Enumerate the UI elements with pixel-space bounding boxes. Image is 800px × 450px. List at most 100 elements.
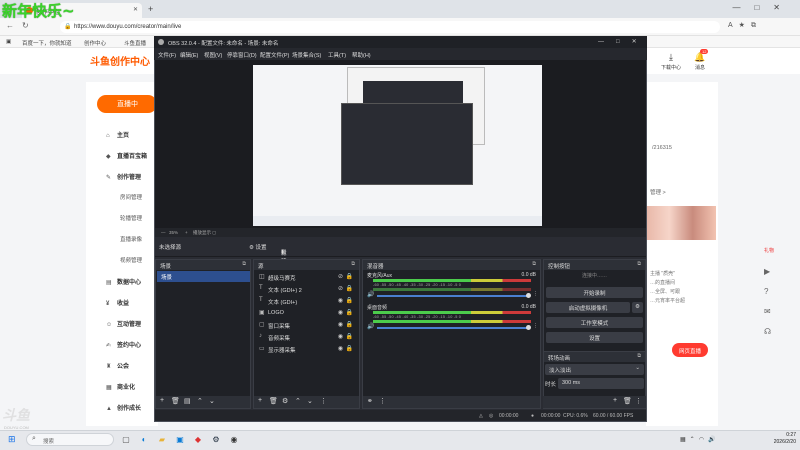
obs-title-bar[interactable]: OBS 32.0.4 - 配置文件: 未命名 - 场景: 未命名 — [154, 36, 647, 48]
web-live-button[interactable]: 网页直播 — [672, 343, 708, 357]
bookmark-baidu[interactable]: 百度一下，你就知道 — [22, 39, 72, 47]
visibility-icon[interactable]: ◉ — [338, 297, 343, 304]
menu-view[interactable]: 视图(V) — [204, 51, 222, 59]
menu-tools[interactable]: 工具(T) — [328, 51, 346, 59]
obs-maximize-icon[interactable]: □ — [616, 39, 632, 45]
lock-icon[interactable]: 🔒 — [346, 345, 353, 352]
desktop-volume-icon[interactable]: 🔊 — [367, 323, 374, 330]
source-item[interactable]: ▣ LOGO ◉ 🔒 — [256, 308, 357, 319]
scene-down-icon[interactable]: ⌄ — [209, 397, 215, 405]
menu-profile[interactable]: 配置文件(P) — [260, 51, 289, 59]
mic-volume-icon[interactable]: 🔊 — [367, 291, 374, 298]
file-explorer-icon[interactable]: ▰ — [156, 434, 168, 446]
windows-start-icon[interactable]: ⊞ — [8, 434, 16, 445]
add-source-icon[interactable]: + — [258, 397, 262, 404]
window-controls[interactable]: —□✕ — [732, 3, 794, 12]
source-properties-icon[interactable]: ⚙ — [282, 397, 288, 405]
scene-up-icon[interactable]: ⌃ — [197, 397, 203, 405]
dock-float-icon[interactable]: ⧉ — [242, 261, 246, 267]
bookmark-creator[interactable]: 创作中心 — [84, 39, 106, 47]
visibility-icon[interactable]: ◉ — [338, 333, 343, 340]
source-item[interactable]: ▭ 显示器采集 ◉ 🔒 — [256, 344, 357, 355]
headset-icon[interactable]: ☊ — [764, 327, 771, 336]
bookmark-douyu[interactable]: 斗鱼直播 — [124, 39, 146, 47]
add-transition-icon[interactable]: + — [613, 397, 617, 404]
settings-button[interactable]: 设置 — [546, 332, 643, 343]
play-icon[interactable]: ▶ — [764, 267, 770, 276]
network-tray-icon[interactable]: ◠ — [699, 437, 708, 443]
douyu-logo[interactable]: 斗鱼创作中心 — [90, 53, 150, 68]
obs-close-icon[interactable]: ✕ — [632, 39, 649, 45]
source-item[interactable]: T 文本 (GDI+) ◉ 🔒 — [256, 296, 357, 307]
source-item[interactable]: ▢ 窗口采集 ◉ 🔒 — [256, 320, 357, 331]
sidebar-sub-recording[interactable]: 直播录像 — [120, 235, 142, 243]
zoom-mode[interactable]: 播放显示 ◻ — [193, 230, 216, 236]
sidebar-item-growth[interactable]: ▲ 创作成长 — [106, 403, 141, 412]
sidebar-item-sign[interactable]: ✍ 签约中心 — [106, 340, 141, 349]
transition-select[interactable]: 淡入淡出 ⌄ — [545, 364, 644, 375]
remove-source-icon[interactable]: 🗑 — [269, 397, 278, 405]
menu-docks[interactable]: 停靠窗口(D) — [227, 51, 257, 59]
menu-file[interactable]: 文件(F) — [158, 51, 176, 59]
source-item[interactable]: ♪ 音频采集 ◉ 🔒 — [256, 332, 357, 343]
volume-tray-icon[interactable]: 🔊 — [708, 437, 719, 443]
sidebar-sub-carousel[interactable]: 轮播管理 — [120, 214, 142, 222]
sidebar-item-interact[interactable]: ☺ 互动管理 — [106, 319, 141, 328]
close-icon[interactable]: ✕ — [773, 3, 794, 12]
start-record-button[interactable]: 开始录制 — [546, 287, 643, 298]
browser-toolbar-icons[interactable]: A★⧉ — [728, 21, 762, 30]
lock-icon[interactable]: 🔒 — [346, 309, 353, 316]
lock-icon[interactable]: 🔒 — [346, 297, 353, 304]
zoom-plus-icon[interactable]: + — [185, 230, 188, 235]
sidebar-item-income[interactable]: ¥ 收益 — [106, 298, 129, 307]
add-scene-icon[interactable]: + — [160, 397, 164, 404]
source-item[interactable]: T 文本 (GDI+) 2 ⊘ 🔒 — [256, 284, 357, 295]
desktop-settings-icon[interactable]: ⋮ — [533, 323, 538, 329]
studio-mode-button[interactable]: 工作室模式 — [546, 317, 643, 328]
lock-icon[interactable]: 🔒 — [346, 333, 353, 340]
source-down-icon[interactable]: ⌄ — [307, 397, 313, 405]
dock-float-icon[interactable]: ⧉ — [637, 261, 641, 267]
visibility-icon[interactable]: ◉ — [338, 345, 343, 352]
bookmark-icon[interactable]: ▣ — [6, 39, 11, 45]
scene-filter-icon[interactable]: ▤ — [184, 397, 191, 405]
sidebar-item-create[interactable]: ✎ 创作管理 — [106, 172, 141, 181]
messages-button[interactable]: 🔔 消息 — [688, 52, 712, 71]
lock-icon[interactable]: 🔒 — [346, 321, 353, 328]
transition-more-icon[interactable]: ⋮ — [635, 397, 642, 405]
source-item[interactable]: ◫ 超级马赛克 ⊘ 🔒 — [256, 272, 357, 283]
download-center-button[interactable]: ⤓ 下载中心 — [656, 52, 686, 71]
refresh-icon[interactable]: ↻ — [22, 21, 37, 30]
virtual-cam-button[interactable]: 启动虚拟摄像机 — [546, 302, 630, 313]
properties-button[interactable]: ⚙ 设置 — [249, 243, 266, 251]
url-field[interactable]: 🔒 https://www.douyu.com/creator/main/liv… — [60, 21, 720, 33]
source-up-icon[interactable]: ⌃ — [295, 397, 301, 405]
lock-icon[interactable]: 🔒 — [346, 285, 353, 292]
menu-scene-collection[interactable]: 场景集合(S) — [292, 51, 321, 59]
desktop-volume-slider[interactable] — [377, 327, 529, 329]
menu-edit[interactable]: 编辑(E) — [180, 51, 198, 59]
collections-icon[interactable]: ⧉ — [751, 22, 762, 29]
visibility-icon[interactable]: ◉ — [338, 309, 343, 316]
help-icon[interactable]: ? — [764, 287, 768, 296]
manage-link[interactable]: 管理 > — [650, 188, 666, 196]
virtual-cam-settings-icon[interactable]: ⚙ — [632, 302, 643, 313]
maximize-icon[interactable]: □ — [754, 3, 773, 12]
obs-window-controls[interactable]: —□✕ — [598, 38, 649, 45]
visibility-off-icon[interactable]: ⊘ — [338, 273, 343, 280]
sidebar-sub-video[interactable]: 视频管理 — [120, 256, 142, 264]
scene-item[interactable]: 场景 — [157, 271, 250, 282]
visibility-icon[interactable]: ◉ — [338, 321, 343, 328]
taskbar-search[interactable]: ⌕ 搜索 — [26, 433, 114, 446]
sidebar-item-guild[interactable]: ♜ 公会 — [106, 361, 129, 370]
obs-minimize-icon[interactable]: — — [598, 39, 616, 45]
sidebar-item-home[interactable]: ⌂ 主页 — [106, 130, 129, 139]
lock-icon[interactable]: 🔒 — [346, 273, 353, 280]
dock-float-icon[interactable]: ⧉ — [351, 261, 355, 267]
mic-volume-slider[interactable] — [377, 295, 529, 297]
steam-icon[interactable]: ⚙ — [210, 434, 222, 446]
nav-buttons[interactable]: ←↻ — [6, 21, 37, 30]
remove-scene-icon[interactable]: 🗑 — [171, 397, 180, 405]
zoom-minus-icon[interactable]: — — [161, 230, 166, 235]
chat-icon[interactable]: ✉ — [764, 307, 771, 316]
